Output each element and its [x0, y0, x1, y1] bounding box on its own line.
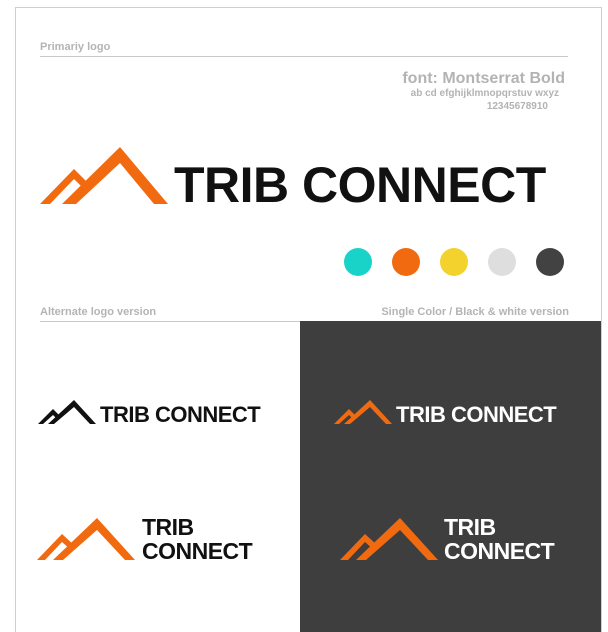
swatch-turquoise	[344, 248, 372, 276]
dark-background-panel	[300, 321, 601, 632]
mountain-peaks-icon	[40, 147, 168, 204]
primary-logo-label: Primariy logo	[40, 41, 111, 53]
single-color-label: Single Color / Black & white version	[381, 306, 569, 318]
mountain-peaks-icon	[340, 518, 438, 560]
alternate-logo-label: Alternate logo version	[40, 306, 157, 318]
font-sample-numbers: 12345678910	[486, 101, 548, 112]
mountain-peaks-icon	[334, 400, 392, 424]
stacked-wordmark-line2: CONNECT	[142, 538, 253, 564]
mountain-peaks-icon	[37, 518, 135, 560]
primary-divider	[40, 56, 568, 57]
mountain-peaks-icon	[38, 400, 96, 424]
black-inline-wordmark: TRIB CONNECT	[100, 402, 261, 427]
white-inline-wordmark: TRIB CONNECT	[396, 402, 557, 427]
font-title: font: Montserrat Bold	[402, 70, 565, 87]
brand-sheet: Primariy logo font: Montserrat Bold ab c…	[15, 7, 602, 632]
swatch-dark-gray	[536, 248, 564, 276]
stacked-white-wordmark-line2: CONNECT	[444, 538, 555, 564]
stacked-white-wordmark-line1: TRIB	[444, 514, 496, 540]
swatch-yellow	[440, 248, 468, 276]
swatch-orange	[392, 248, 420, 276]
stacked-wordmark-line1: TRIB	[142, 514, 194, 540]
font-sample-letters: ab cd efghijklmnopqrstuv wxyz	[410, 88, 559, 99]
primary-wordmark: TRIB CONNECT	[174, 157, 546, 213]
swatch-light-gray	[488, 248, 516, 276]
